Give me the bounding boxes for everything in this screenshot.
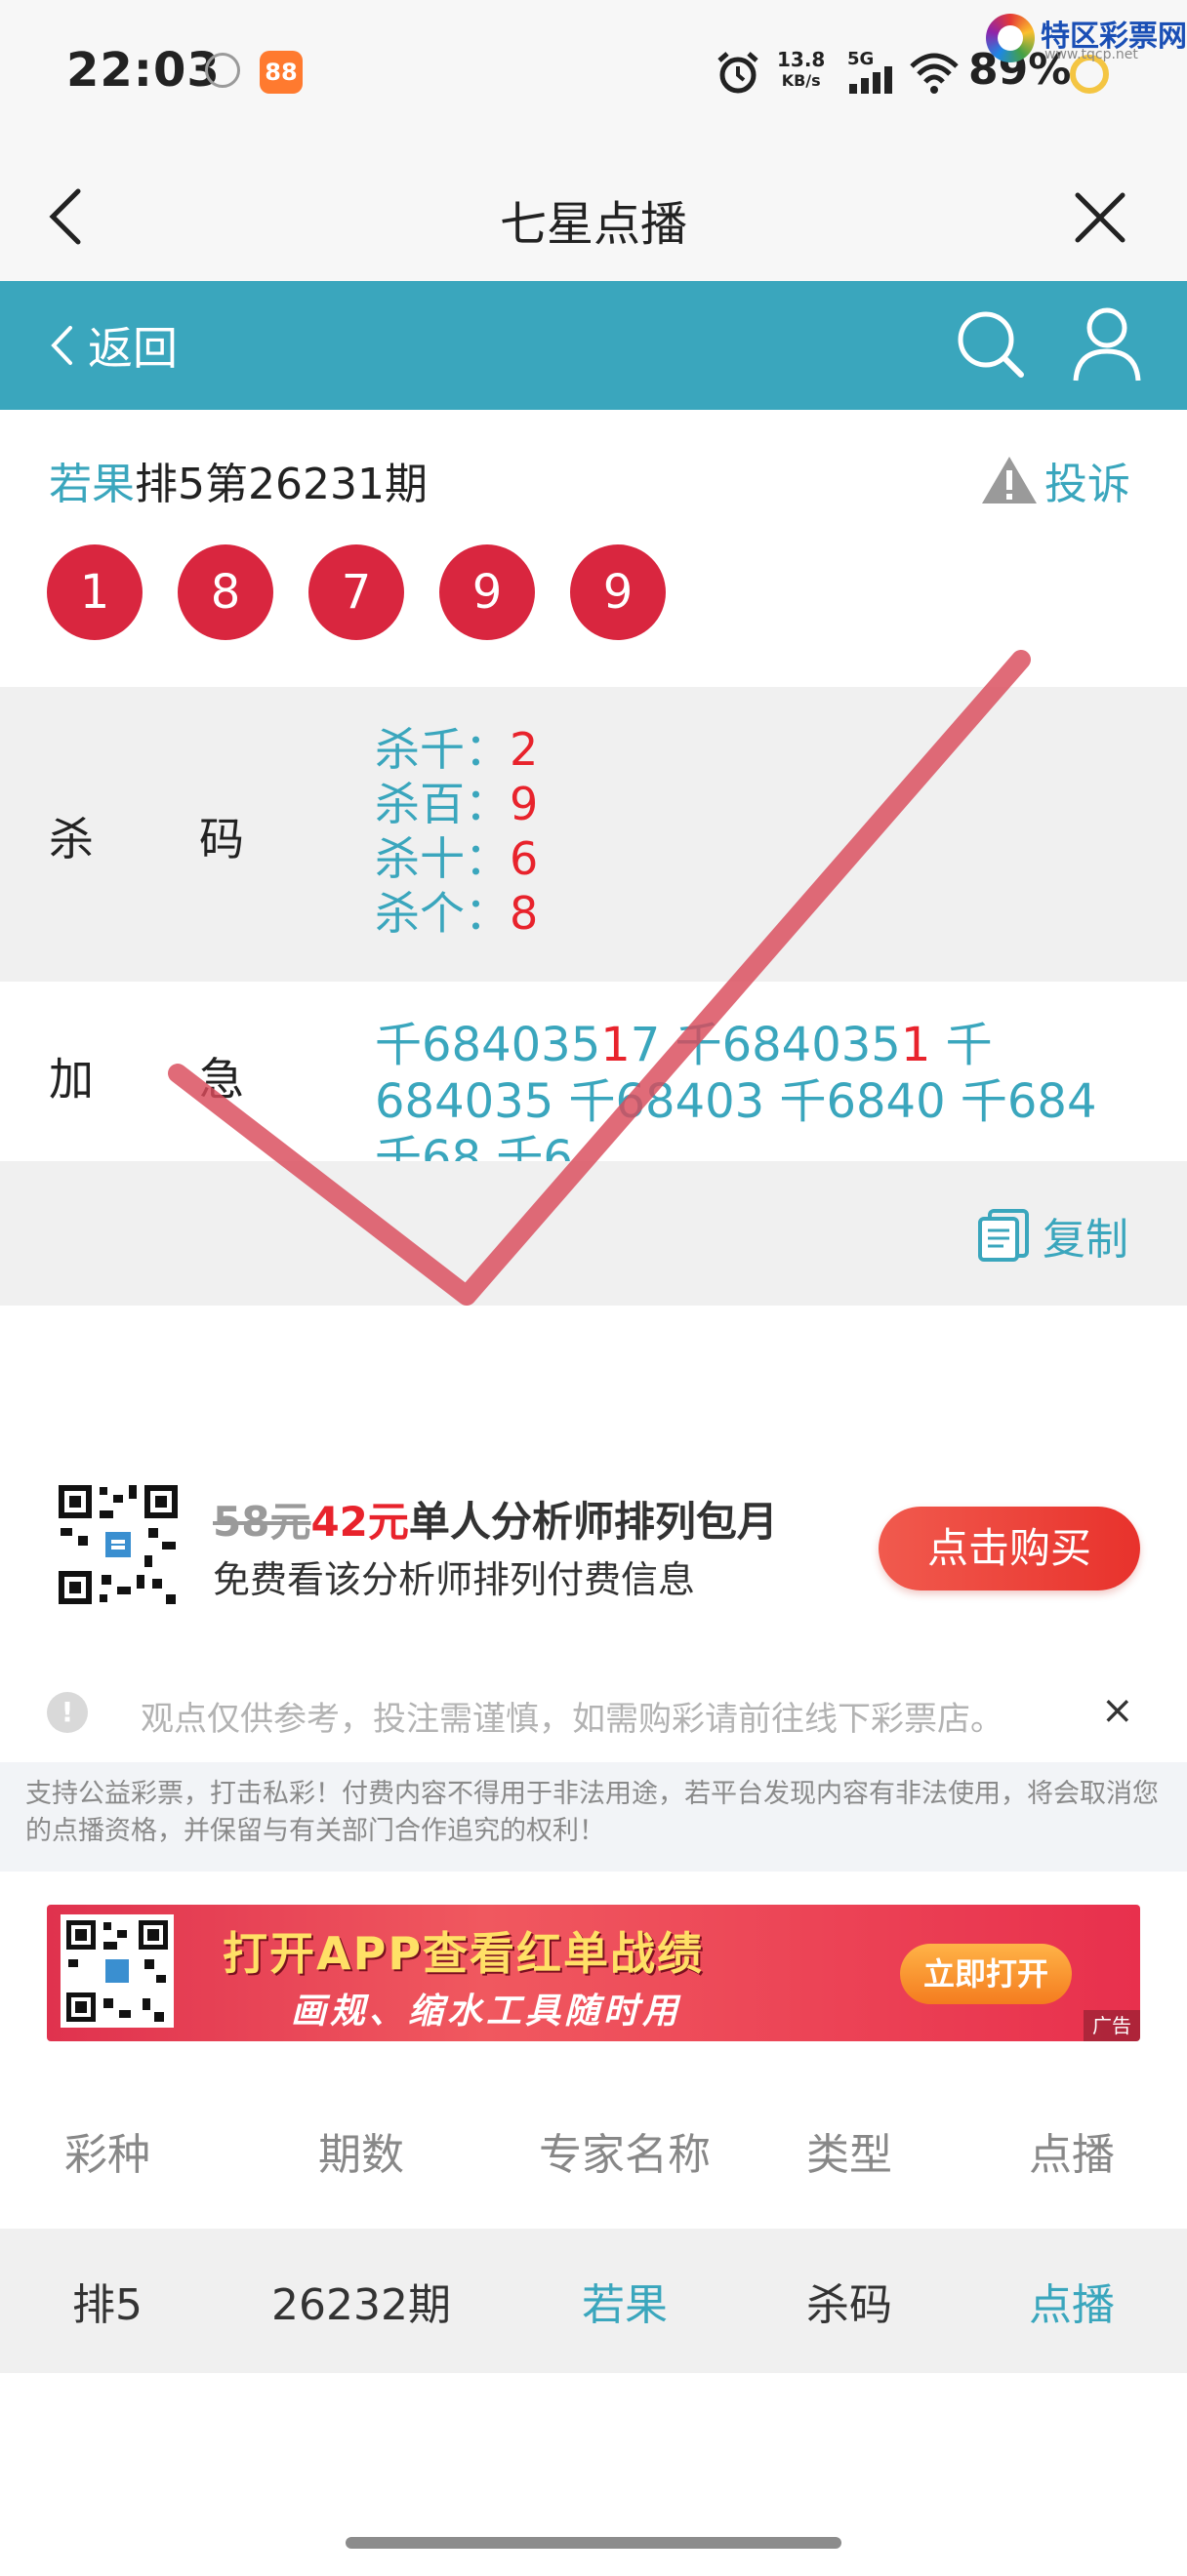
kill-codes-row: 杀 码 杀千：2 杀百：9 杀十：6 杀个：8 <box>0 687 1187 982</box>
cellular-signal-icon: 5G <box>847 49 896 94</box>
kill-position: 杀千： <box>375 723 510 776</box>
report-button[interactable]: 投诉 <box>980 449 1130 511</box>
label-char: 杀 <box>49 813 94 865</box>
kill-code-item: 杀个：8 <box>375 886 538 941</box>
kill-value: 8 <box>510 887 539 940</box>
copy-row: 复制 <box>0 1161 1187 1306</box>
network-speed: 13.8 KB/s <box>777 49 825 92</box>
alarm-icon <box>717 52 758 94</box>
issue-title: 若果排5第26231期 <box>49 449 428 511</box>
ad-tag: 广告 <box>1084 2010 1140 2041</box>
kill-value: 6 <box>510 832 539 885</box>
banner-subline: 画规、缩水工具随时用 <box>291 1992 682 2032</box>
signal-bars-icon <box>849 66 892 94</box>
report-label: 投诉 <box>1044 460 1130 509</box>
column-header: 专家名称 <box>539 2130 711 2180</box>
issue-title-text: 排5第26231期 <box>135 460 428 509</box>
type-cell: 杀码 <box>806 2280 892 2330</box>
watermark: 特区彩票网 www.tqcp.net <box>986 10 1187 66</box>
close-icon[interactable] <box>1072 189 1128 246</box>
number-ball: 9 <box>439 544 535 640</box>
kill-position: 杀百： <box>375 778 510 830</box>
disclaimer-text: 支持公益彩票，打击私彩！付费内容不得用于非法用途，若平台发现内容有非法使用，将会… <box>25 1779 1159 1846</box>
back-label: 返回 <box>88 322 178 375</box>
copy-label: 复制 <box>1043 1215 1128 1265</box>
banner-headline: 打开APP查看红单战绩 <box>223 1927 705 1980</box>
buy-button[interactable]: 点击购买 <box>879 1507 1140 1590</box>
column-header: 点播 <box>1029 2130 1115 2180</box>
watermark-logo-icon <box>986 14 1035 62</box>
watermark-url: www.tqcp.net <box>1044 47 1138 62</box>
number-ball: 9 <box>570 544 666 640</box>
expert-name-link[interactable]: 若果 <box>49 460 135 509</box>
code-highlight: 1 <box>600 1018 631 1072</box>
column-header: 类型 <box>806 2130 892 2180</box>
code-highlight: 1 <box>900 1018 931 1072</box>
issue-cell: 26232期 <box>271 2280 451 2330</box>
promo-title-text: 单人分析师排列包月 <box>408 1498 778 1546</box>
status-bar: 22:03 88 13.8 KB/s 5G 89% 特区彩票网 www.tqcp… <box>0 0 1187 146</box>
draw-numbers: 1 8 7 9 9 <box>47 544 666 640</box>
kill-value: 2 <box>510 723 539 776</box>
copy-icon <box>978 1209 1029 1262</box>
kill-code-item: 杀十：6 <box>375 831 538 886</box>
kill-code-item: 杀千：2 <box>375 722 538 777</box>
wifi-icon <box>910 53 959 94</box>
new-price: 42元 <box>310 1498 409 1546</box>
chevron-left-icon <box>51 326 72 365</box>
number-ball: 8 <box>178 544 273 640</box>
lottery-cell: 排5 <box>72 2280 143 2330</box>
notice-text: 观点仅供参考，投注需谨慎，如需购彩请前往线下彩票店。 <box>141 1700 1003 1739</box>
kill-codes-label: 杀 码 <box>49 804 244 868</box>
expert-link[interactable]: 若果 <box>508 2229 742 2373</box>
page-title: 七星点播 <box>499 197 687 252</box>
on-demand-link[interactable]: 点播 <box>957 2229 1187 2373</box>
label-char: 急 <box>199 1053 244 1106</box>
kill-value: 9 <box>510 778 539 830</box>
issue-header: 若果排5第26231期 投诉 1 8 7 9 9 <box>0 410 1187 679</box>
warning-icon <box>982 457 1037 503</box>
table-header: 彩种 期数 专家名称 类型 点播 <box>0 2076 1187 2225</box>
app-notification-icon: 88 <box>260 51 303 94</box>
nav-bar: 返回 <box>0 281 1187 410</box>
label-char: 码 <box>199 813 244 865</box>
qr-code-icon <box>61 1914 174 2028</box>
network-speed-unit: KB/s <box>781 71 821 90</box>
column-header: 期数 <box>318 2130 404 2180</box>
close-icon[interactable]: × <box>1101 1688 1134 1733</box>
network-speed-value: 13.8 <box>777 48 826 71</box>
code-text: 千684035 <box>375 1018 601 1072</box>
plus-codes-row: 加 急 千68403517 千6840351 千684035 千68403 千6… <box>0 982 1187 1186</box>
promo-section: 58元42元单人分析师排列包月 免费看该分析师排列付费信息 点击购买 <box>0 1306 1187 1637</box>
status-time: 22:03 <box>66 43 221 98</box>
notice-bar: ! 观点仅供参考，投注需谨慎，如需购彩请前往线下彩票店。 × <box>0 1669 1187 1762</box>
search-icon[interactable] <box>951 304 1029 382</box>
label-char: 加 <box>49 1053 94 1106</box>
back-button[interactable]: 返回 <box>49 308 178 382</box>
code-text: 7 千684035 <box>630 1018 901 1072</box>
title-bar: 七星点播 <box>0 146 1187 281</box>
copy-button[interactable]: 复制 <box>976 1204 1128 1267</box>
qr-code-icon <box>55 1481 182 1608</box>
column-header: 彩种 <box>64 2130 150 2180</box>
info-icon: ! <box>47 1692 88 1733</box>
kill-position: 杀个： <box>375 887 510 940</box>
table-row: 排5 26232期 若果 杀码 点播 <box>0 2229 1187 2373</box>
app-banner-ad[interactable]: 打开APP查看红单战绩 画规、缩水工具随时用 立即打开 广告 <box>47 1905 1140 2041</box>
number-ball: 1 <box>47 544 143 640</box>
user-icon[interactable] <box>1068 302 1146 384</box>
number-ball: 7 <box>308 544 404 640</box>
open-app-button[interactable]: 立即打开 <box>900 1944 1072 2004</box>
old-price: 58元 <box>213 1498 311 1546</box>
kill-code-item: 杀百：9 <box>375 777 538 831</box>
promo-title: 58元42元单人分析师排列包月 <box>213 1489 778 1549</box>
home-indicator[interactable] <box>346 2537 841 2549</box>
promo-subtitle: 免费看该分析师排列付费信息 <box>213 1558 696 1601</box>
disclaimer: 支持公益彩票，打击私彩！付费内容不得用于非法用途，若平台发现内容有非法使用，将会… <box>0 1762 1187 1872</box>
timer-icon <box>205 53 240 88</box>
kill-position: 杀十： <box>375 832 510 885</box>
kill-codes-list: 杀千：2 杀百：9 杀十：6 杀个：8 <box>375 722 538 941</box>
plus-codes-label: 加 急 <box>49 1044 244 1108</box>
